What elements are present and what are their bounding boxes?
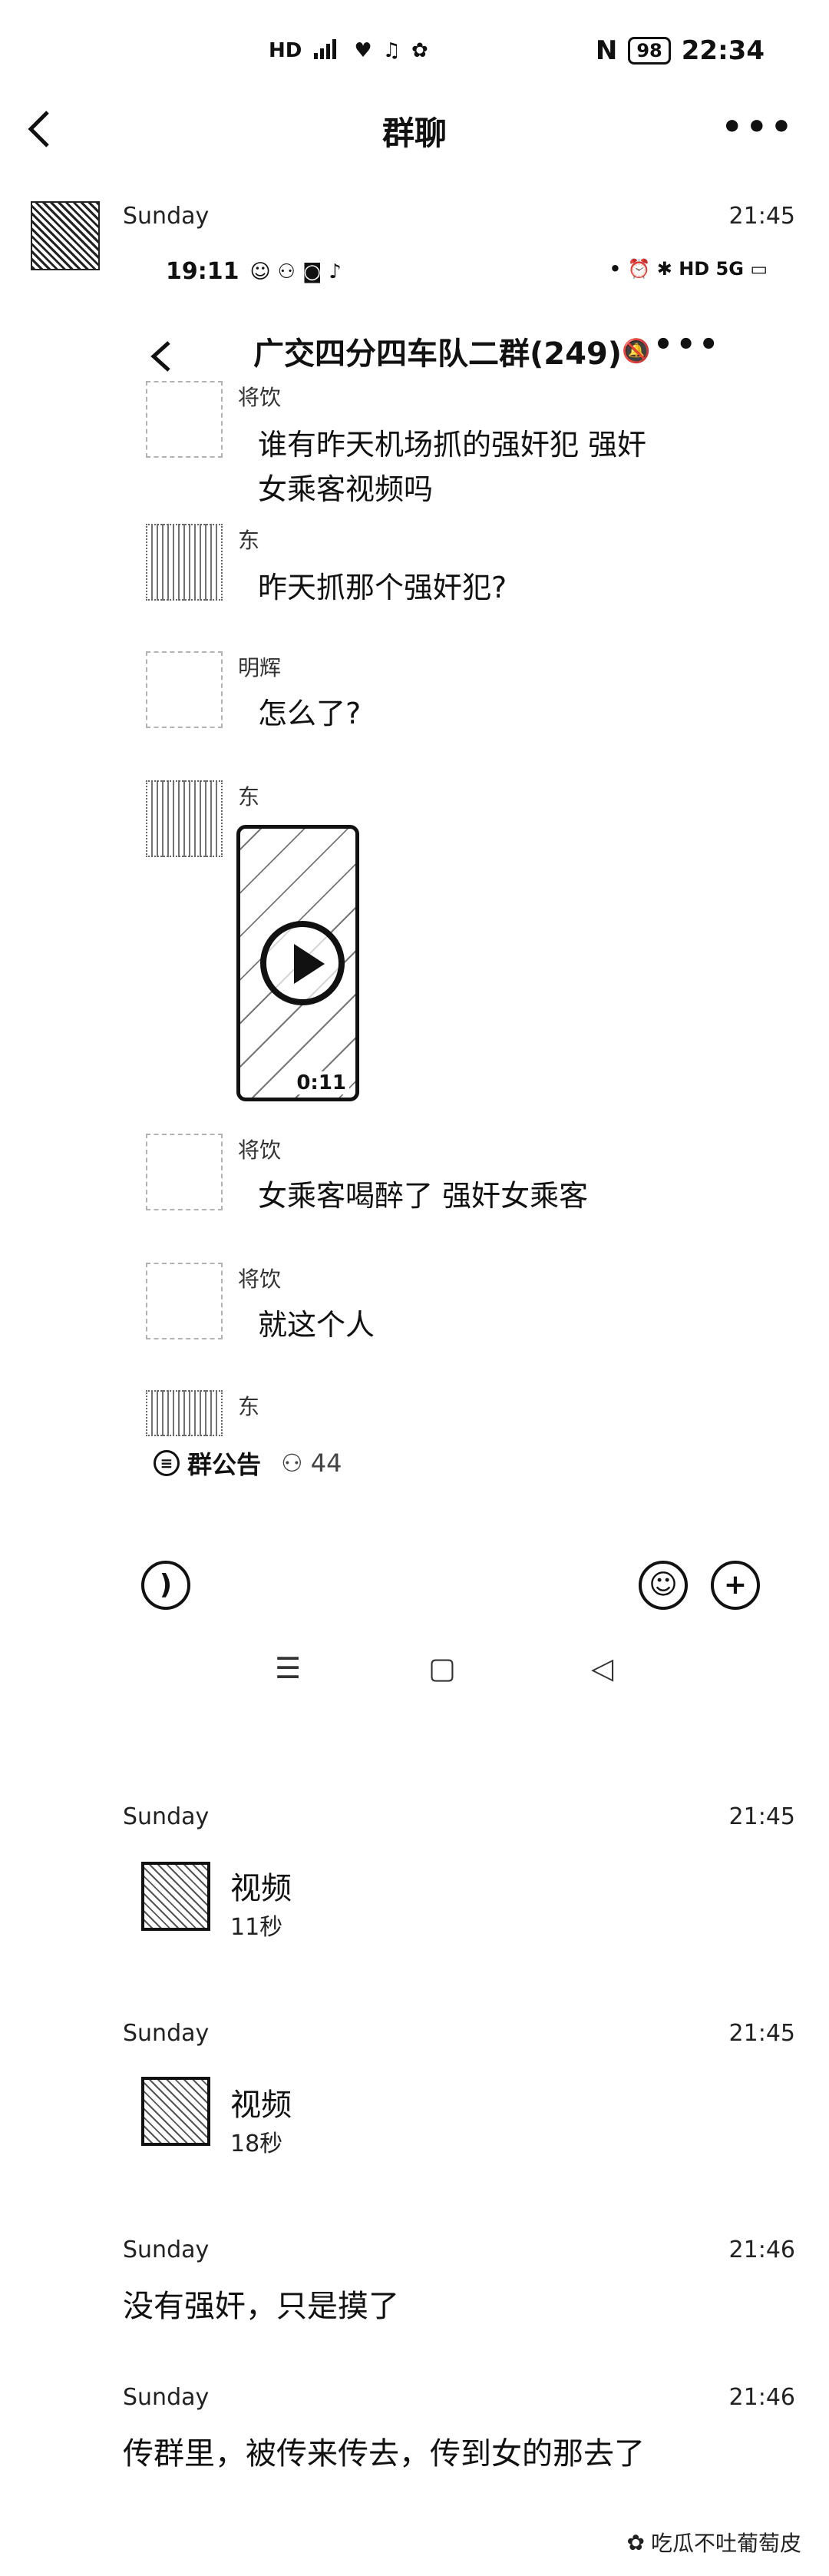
message-text: 没有强奸，只是摸了 [123, 2289, 399, 2324]
video-duration: 0:11 [293, 1071, 349, 1094]
inner-status-icons: • ⏰ ✱ HD 5G ▭ [609, 258, 768, 280]
more-button[interactable]: ••• [722, 108, 795, 147]
inner-video-thumbnail: 0:11 [236, 825, 359, 1101]
inner-sender: 东 [238, 1394, 260, 1419]
music-icon: ♫ [382, 39, 401, 62]
video-thumbnail[interactable] [141, 1862, 210, 1931]
notice-count: 44 [310, 1449, 342, 1478]
status-bar-icons: HD ♥ ♫ ✿ [269, 35, 428, 66]
inner-message: 昨天抓那个强奸犯? [258, 571, 507, 604]
hd-icon: HD [269, 39, 302, 62]
video-duration: 18秒 [230, 2131, 283, 2157]
notice-label: 群公告 [187, 1450, 262, 1479]
inner-avatar [146, 381, 223, 458]
inner-app-icons: ☺ ⚇ ◙ ♪ [249, 260, 342, 283]
inner-message-line: 女乘客视频吗 [258, 472, 434, 506]
message-text: 传群里，被传来传去，传到女的那去了 [123, 2436, 645, 2472]
signal-icon [312, 36, 343, 66]
mute-icon: 🔕 [622, 338, 651, 365]
inner-sender: 东 [238, 528, 260, 553]
video-duration: 11秒 [230, 1914, 283, 1941]
watermark-text: 吃瓜不吐葡萄皮 [650, 2531, 801, 2556]
sender-name: Sunday [123, 1803, 210, 1830]
inner-avatar [146, 1263, 223, 1339]
inner-sender: 东 [238, 784, 260, 810]
inner-nav-bar: ☰ ▢ ◁ [0, 1651, 829, 1690]
message-time: 21:46 [728, 2237, 795, 2263]
inner-sender: 将饮 [238, 1137, 282, 1163]
member-count-icon: ⚇ [281, 1449, 303, 1478]
video-title[interactable]: 视频 [230, 1863, 292, 1908]
message-time: 21:45 [728, 2020, 795, 2047]
inner-back-icon [146, 335, 177, 378]
menu-icon: ☰ [275, 1651, 302, 1685]
inner-sender: 将饮 [238, 385, 282, 410]
sender-name: Sunday [123, 2384, 210, 2411]
message-time: 21:45 [728, 203, 795, 230]
battery-indicator: 98 [628, 37, 671, 65]
heart-icon: ♥ [354, 39, 372, 62]
play-icon [260, 921, 345, 1005]
inner-avatar [146, 524, 223, 601]
nfc-icon: N [595, 35, 618, 66]
inner-message-line: 谁有昨天机场抓的强奸犯 强奸 [258, 428, 647, 462]
inner-message: 怎么了? [258, 697, 362, 730]
inner-status-time: 19:11 [166, 258, 239, 285]
status-bar-right: N 98 22:34 [596, 35, 765, 66]
watermark: ✿ 吃瓜不吐葡萄皮 [627, 2527, 801, 2558]
notice-icon: ≡ [154, 1450, 180, 1476]
inner-message: 谁有昨天机场抓的强奸犯 强奸 女乘客视频吗 [258, 422, 646, 512]
avatar[interactable] [31, 201, 100, 270]
message-time: 21:46 [728, 2384, 795, 2411]
page-title: 群聊 [381, 114, 447, 152]
inner-message: 女乘客喝醉了 强奸女乘客 [258, 1179, 589, 1213]
sender-name: Sunday [123, 2237, 210, 2263]
group-notice: ≡ 群公告 ⚇ 44 [154, 1445, 342, 1481]
inner-sender: 明辉 [238, 655, 282, 680]
inner-chat-title: 广交四分四车队二群(249) [253, 336, 623, 372]
inner-avatar [146, 651, 223, 728]
inner-status-left: 19:11 ☺ ⚇ ◙ ♪ [166, 258, 342, 285]
screenshot-image[interactable]: 19:11 ☺ ⚇ ◙ ♪ • ⏰ ✱ HD 5G ▭ 广交四分四车队二群(24… [115, 238, 768, 1682]
voice-icon: ) [141, 1561, 190, 1610]
emoji-icon: ☺ [639, 1561, 688, 1610]
inner-more-icon: ••• [653, 327, 722, 363]
video-thumbnail[interactable] [141, 2077, 210, 2146]
inner-sender: 将饮 [238, 1266, 282, 1292]
back-triangle-icon: ◁ [591, 1651, 614, 1685]
home-icon: ▢ [428, 1651, 456, 1685]
inner-avatar [146, 780, 223, 857]
inner-message: 就这个人 [258, 1308, 375, 1342]
sender-name: Sunday [123, 2020, 210, 2047]
message-time: 21:45 [728, 1803, 795, 1830]
wechat-icon: ✿ [626, 2529, 645, 2555]
plus-icon: + [711, 1561, 760, 1610]
clock: 22:34 [681, 35, 765, 66]
video-title[interactable]: 视频 [230, 2080, 292, 2124]
inner-avatar [146, 1390, 223, 1436]
app-icon: ✿ [411, 39, 428, 62]
sender-name: Sunday [123, 203, 210, 230]
inner-avatar [146, 1134, 223, 1210]
